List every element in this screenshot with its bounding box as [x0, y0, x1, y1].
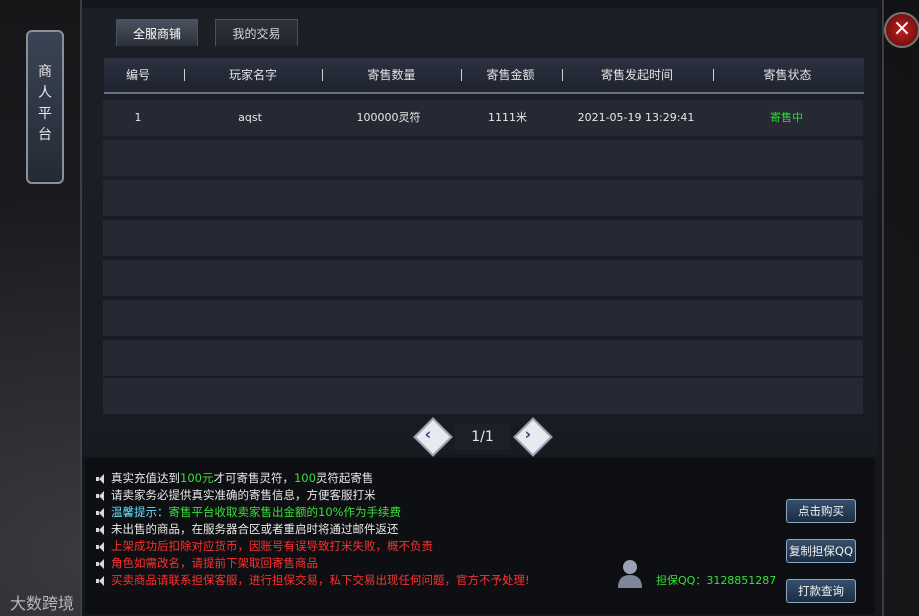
- payment-query-button[interactable]: 打款查询: [786, 579, 856, 603]
- header-quantity: 寄售数量: [367, 68, 416, 82]
- header-divider: [322, 69, 323, 81]
- cell-status: 寄售中: [770, 111, 803, 124]
- table-row-empty: [103, 140, 863, 176]
- notice-line: 请卖家务必提供真实准确的寄售信息，方便客服打米: [96, 487, 376, 503]
- header-status: 寄售状态: [763, 68, 812, 82]
- chevron-right-icon: ›: [524, 424, 532, 444]
- speaker-icon: [96, 558, 108, 569]
- notice-text: 请卖家务必提供真实准确的寄售信息，方便客服打米: [111, 488, 376, 502]
- header-divider: [713, 69, 714, 81]
- notice-text: 灵符起寄售: [315, 471, 374, 485]
- speaker-icon: [96, 490, 108, 501]
- notice-text: 100: [293, 471, 316, 485]
- watermark: 大数跨境: [10, 594, 75, 613]
- close-icon: ×: [892, 16, 912, 41]
- guarantee-qq: 担保QQ：3128851287: [656, 574, 777, 587]
- speaker-icon: [96, 473, 108, 484]
- tab-server-shop[interactable]: 全服商铺: [116, 19, 198, 46]
- banner-text: 商人平台: [28, 62, 62, 146]
- cell-time: 2021-05-19 13:29:41: [577, 111, 695, 124]
- speaker-icon: [96, 507, 108, 518]
- header-divider: [184, 69, 185, 81]
- notice-line: 上架成功后扣除对应货币，因账号有误导致打米失败，概不负责: [96, 538, 433, 554]
- header-amount: 寄售金额: [486, 68, 535, 82]
- speaker-icon: [96, 524, 108, 535]
- notice-text: 上架成功后扣除对应货币，因账号有误导致打米失败，概不负责: [111, 539, 433, 553]
- table-row-empty: [103, 220, 863, 256]
- notice-text: 温馨提示：: [111, 505, 169, 519]
- speaker-icon: [96, 541, 108, 552]
- notice-text: 才可寄售灵符，: [213, 471, 294, 485]
- notice-text: 未出售的商品，在服务器合区或者重启时将通过邮件返还: [111, 522, 399, 536]
- cell-player: aqst: [238, 111, 262, 124]
- table-header: 编号 玩家名字 寄售数量 寄售金额 寄售发起时间 寄售状态: [104, 58, 864, 94]
- cell-amount: 1111米: [488, 111, 527, 124]
- table-row-empty: [103, 180, 863, 216]
- cell-id: 1: [134, 111, 142, 124]
- notice-text: 真实充值达到: [111, 471, 180, 485]
- table-row-empty: [103, 340, 863, 376]
- header-time: 寄售发起时间: [600, 68, 673, 82]
- next-page-button[interactable]: ›: [513, 417, 553, 457]
- notice-line: 角色如需改名，请提前下架取回寄售商品: [96, 555, 318, 571]
- notice-line: 真实充值达到100元才可寄售灵符，100灵符起寄售: [96, 470, 373, 486]
- table-row-empty: [103, 260, 863, 296]
- notice-text: 买卖商品请联系担保客服，进行担保交易，私下交易出现任何问题，官方不予处理!: [111, 573, 530, 587]
- header-divider: [562, 69, 563, 81]
- notice-text: 100元: [180, 471, 214, 485]
- notice-text: 角色如需改名，请提前下架取回寄售商品: [111, 556, 318, 570]
- notice-line: 买卖商品请联系担保客服，进行担保交易，私下交易出现任何问题，官方不予处理!: [96, 572, 530, 588]
- notice-line: 温馨提示：寄售平台收取卖家售出金额的10%作为手续费: [96, 504, 401, 520]
- close-button[interactable]: ×: [884, 12, 919, 48]
- buy-button[interactable]: 点击购买: [786, 499, 856, 523]
- notice-line: 未出售的商品，在服务器合区或者重启时将通过邮件返还: [96, 521, 399, 537]
- customer-service-avatar: [616, 558, 644, 588]
- copy-qq-button[interactable]: 复制担保QQ: [786, 539, 856, 563]
- prev-page-button[interactable]: ‹: [413, 417, 453, 457]
- cell-quantity: 100000灵符: [356, 111, 421, 124]
- chevron-left-icon: ‹: [424, 424, 432, 444]
- notice-text: 寄售平台收取卖家售出金额的10%作为手续费: [168, 505, 402, 519]
- header-id: 编号: [125, 68, 150, 82]
- banner-char: 商人平台: [38, 64, 52, 143]
- speaker-icon: [96, 575, 108, 586]
- merchant-platform-banner: 商人平台: [26, 30, 64, 184]
- header-divider: [461, 69, 462, 81]
- tab-my-trades[interactable]: 我的交易: [215, 19, 298, 46]
- table-row-empty: [103, 378, 863, 414]
- table-row-empty: [103, 300, 863, 336]
- header-player: 玩家名字: [228, 68, 277, 82]
- pagination: ‹ 1/1 ›: [413, 417, 553, 457]
- table-row[interactable]: 1 aqst 100000灵符 1111米 2021-05-19 13:29:4…: [103, 100, 863, 136]
- page-indicator: 1/1: [455, 424, 510, 450]
